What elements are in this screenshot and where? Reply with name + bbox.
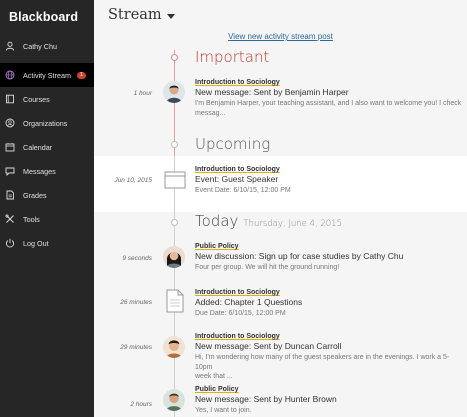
person-icon: [5, 41, 15, 51]
sidebar: Blackboard Cathy Chu Activity Stream 1 C…: [0, 0, 94, 417]
item-text: messag...: [195, 109, 226, 117]
blackboard-logo[interactable]: Blackboard: [0, 0, 94, 34]
item-title[interactable]: New message: Sent by Hunter Brown: [195, 394, 465, 404]
course-link[interactable]: Public Policy: [195, 386, 465, 393]
sidebar-item-courses[interactable]: Courses: [0, 87, 94, 111]
globe-icon: [5, 70, 15, 80]
stream-item[interactable]: Public Policy New discussion: Sign up fo…: [195, 243, 465, 273]
item-title[interactable]: Added: Chapter 1 Questions: [195, 297, 465, 307]
item-text: week that ...: [195, 373, 233, 380]
stream-item[interactable]: Introduction to Sociology New message: S…: [195, 79, 465, 118]
course-link[interactable]: Public Policy: [195, 243, 465, 250]
sidebar-item-label: Calendar: [23, 142, 53, 152]
item-timestamp: 29 minutes: [120, 344, 152, 351]
stream-main: Stream View new activity stream post Imp…: [94, 0, 467, 417]
sidebar-item-calendar[interactable]: Calendar: [0, 135, 94, 159]
section-title-today-label: Today: [195, 212, 239, 230]
item-title[interactable]: Event: Guest Speaker: [195, 174, 465, 184]
sidebar-item-label: Organizations: [23, 118, 68, 128]
sidebar-item-logout[interactable]: Log Out: [0, 231, 94, 255]
item-timestamp: 1 hour: [133, 90, 152, 97]
sidebar-item-messages[interactable]: Messages: [0, 159, 94, 183]
item-text: Yes, I want to join.: [195, 407, 252, 414]
sidebar-item-organizations[interactable]: Organizations: [0, 111, 94, 135]
avatar[interactable]: [163, 246, 185, 268]
section-date: Thursday, June 4, 2015: [243, 219, 342, 229]
stream-item[interactable]: Introduction to Sociology New message: S…: [195, 333, 465, 382]
item-text: Hi, I'm wondering how many of the guest …: [195, 354, 450, 371]
stream-item[interactable]: Introduction to Sociology Event: Guest S…: [195, 166, 465, 196]
item-title[interactable]: New discussion: Sign up for case studies…: [195, 251, 465, 261]
section-title-important: Important: [195, 48, 270, 66]
avatar[interactable]: [163, 336, 185, 358]
section-title-upcoming: Upcoming: [195, 135, 271, 153]
document-icon: [166, 289, 184, 318]
sidebar-item-profile[interactable]: Cathy Chu: [0, 34, 94, 58]
item-timestamp: Jun 10, 2015: [114, 177, 152, 184]
course-link[interactable]: Introduction to Sociology: [195, 289, 465, 296]
item-text: I'm Benjamin Harper, your teaching assis…: [195, 100, 462, 107]
item-timestamp: 2 hours: [130, 401, 152, 408]
stream-item[interactable]: Introduction to Sociology Added: Chapter…: [195, 289, 465, 319]
grades-icon: [5, 190, 15, 200]
power-icon: [5, 238, 15, 248]
sidebar-item-label: Courses: [23, 94, 50, 104]
sidebar-item-label: Tools: [23, 214, 40, 224]
course-link[interactable]: Introduction to Sociology: [195, 79, 465, 86]
courses-icon: [5, 94, 15, 104]
sidebar-item-label: Log Out: [23, 238, 49, 248]
sidebar-item-activity-stream[interactable]: Activity Stream 1: [0, 63, 94, 87]
chevron-down-icon[interactable]: [166, 14, 175, 19]
page-title[interactable]: Stream: [108, 7, 162, 23]
section-title-today: Today Thursday, June 4, 2015: [195, 212, 342, 230]
avatar[interactable]: [163, 81, 185, 103]
item-timestamp: 26 minutes: [120, 299, 152, 306]
section-marker: [171, 141, 178, 148]
course-link[interactable]: Introduction to Sociology: [195, 333, 465, 340]
sidebar-item-label: Cathy Chu: [23, 41, 57, 51]
course-link[interactable]: Introduction to Sociology: [195, 166, 465, 173]
item-text: Event Date: 6/10/15, 12:00 PM: [195, 187, 291, 194]
calendar-icon: [5, 142, 15, 152]
stream-item[interactable]: Public Policy New message: Sent by Hunte…: [195, 386, 465, 416]
item-text: Four per group. We will hit the ground r…: [195, 264, 340, 271]
stream-header[interactable]: Stream: [94, 0, 467, 30]
view-new-post-link[interactable]: View new activity stream post: [94, 32, 467, 41]
organizations-icon: [5, 118, 15, 128]
item-title[interactable]: New message: Sent by Benjamin Harper: [195, 87, 465, 97]
notification-badge: 1: [76, 71, 86, 79]
section-marker: [171, 54, 178, 61]
calendar-event-icon: [164, 171, 186, 194]
section-marker: [171, 219, 178, 226]
timeline-line: [174, 156, 175, 417]
tools-icon: [5, 214, 15, 224]
sidebar-item-label: Activity Stream: [23, 70, 71, 80]
sidebar-item-label: Grades: [23, 190, 47, 200]
sidebar-item-grades[interactable]: Grades: [0, 183, 94, 207]
sidebar-item-tools[interactable]: Tools: [0, 207, 94, 231]
sidebar-item-label: Messages: [23, 166, 56, 176]
avatar[interactable]: [163, 389, 185, 411]
item-timestamp: 9 seconds: [122, 255, 152, 262]
item-text: Due Date: 6/10/15, 12:00 PM: [195, 310, 286, 317]
item-title[interactable]: New message: Sent by Duncan Carroll: [195, 341, 465, 351]
messages-icon: [5, 166, 15, 176]
